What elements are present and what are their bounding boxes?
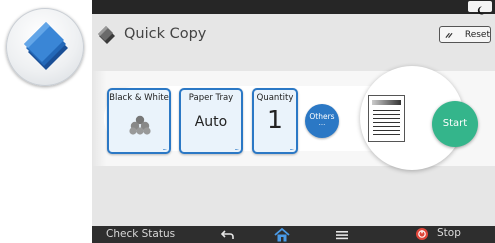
energy-saver-button[interactable]	[468, 1, 492, 15]
back-icon	[221, 229, 234, 239]
quick-copy-app-icon[interactable]	[6, 8, 84, 86]
color-mode-label: Black & White	[109, 93, 169, 103]
quick-copy-title-icon	[98, 26, 115, 44]
menu-button[interactable]	[333, 227, 351, 242]
reset-button[interactable]: Reset	[439, 26, 491, 43]
reset-icon	[445, 32, 453, 38]
settings-band: Black & White ... Paper Tray Auto ... Qu…	[92, 66, 495, 170]
quantity-value: 1	[267, 105, 283, 134]
stop-label: Stop	[437, 227, 461, 239]
quantity-tile[interactable]: Quantity 1 ...	[252, 88, 298, 154]
color-mode-tile[interactable]: Black & White ...	[107, 88, 171, 154]
paper-tray-label: Paper Tray	[188, 93, 234, 103]
page-title: Quick Copy	[124, 26, 207, 42]
tile-more-indicator: ...	[234, 144, 239, 152]
paper-tray-value: Auto	[194, 114, 228, 130]
toner-icon	[129, 115, 151, 135]
paper-tray-tile[interactable]: Paper Tray Auto ...	[179, 88, 243, 154]
home-icon	[274, 227, 290, 241]
document-preview-icon	[368, 95, 405, 142]
header: Quick Copy Reset	[92, 20, 495, 50]
copy-stack-icon	[24, 22, 68, 70]
moon-icon	[477, 6, 485, 15]
quantity-label: Quantity	[256, 93, 294, 103]
menu-icon	[336, 230, 348, 239]
reset-label: Reset	[464, 29, 490, 40]
copier-screen: Quick Copy Reset Black & White ... Paper…	[92, 0, 495, 243]
bottom-bar: Check Status Stop	[92, 226, 495, 243]
stop-icon	[416, 228, 428, 240]
check-status-button[interactable]: Check Status	[106, 228, 175, 240]
stop-button[interactable]: Stop	[415, 227, 461, 240]
start-button[interactable]: Start	[432, 101, 478, 147]
status-bar	[92, 0, 495, 15]
tile-more-indicator: ...	[162, 144, 167, 152]
home-button[interactable]	[272, 227, 292, 242]
back-button[interactable]	[219, 227, 237, 242]
tile-more-indicator: ...	[289, 144, 294, 152]
others-button[interactable]: Others ...	[305, 104, 339, 138]
